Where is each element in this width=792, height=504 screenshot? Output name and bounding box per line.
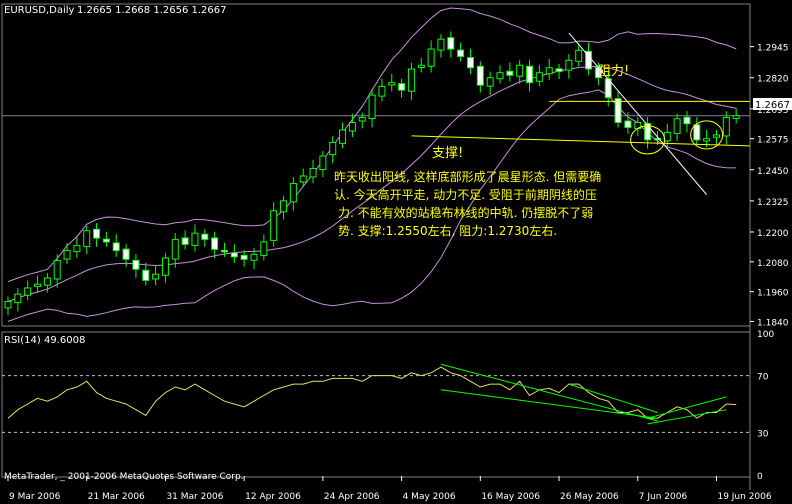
chart-canvas: 1.29451.28201.26951.25751.24501.23251.22… (0, 0, 792, 504)
chart-background (0, 0, 792, 504)
rsi-tick-label: 70 (757, 373, 769, 383)
price-tick-label: 1.2080 (757, 259, 789, 269)
time-tick-label: 9 Mar 2006 (9, 492, 61, 502)
svg-text:1.2667: 1.2667 (755, 100, 790, 111)
rsi-header: RSI(14) 49.6008 (4, 335, 85, 346)
resistance-label: 阻力! (598, 64, 629, 79)
price-tick-label: 1.1960 (757, 289, 789, 299)
price-tick-label: 1.2820 (757, 75, 789, 85)
time-tick-label: 26 May 2006 (560, 492, 619, 502)
commentary-line-1: 昨天收出阳线, 这样底部形成了晨星形态. 但需要确 (334, 169, 601, 184)
rsi-tick-label: 100 (757, 330, 774, 340)
price-tick-label: 1.1840 (757, 319, 789, 329)
rsi-tick-label: 30 (757, 429, 769, 439)
time-tick-label: 16 May 2006 (481, 492, 540, 502)
price-tick-label: 1.2450 (757, 167, 789, 177)
time-tick-label: 24 Apr 2006 (324, 492, 380, 502)
support-label: 支撑! (432, 146, 463, 161)
time-tick-label: 21 Mar 2006 (88, 492, 145, 502)
commentary-line-2: 认. 今天高开平走, 动力不足. 受阻于前期阴线的压 (334, 187, 597, 202)
rsi-tick-label: 0 (757, 472, 763, 482)
commentary-line-4: 势. 支撑:1.2550左右, 阻力:1.2730左右. (338, 223, 557, 238)
time-tick-label: 7 Jun 2006 (639, 492, 688, 502)
commentary-line-3: 力. 不能有效的站稳布林线的中轨. 仍摆脱不了弱 (338, 205, 593, 220)
price-tick-label: 1.2200 (757, 229, 789, 239)
price-tick-label: 1.2945 (757, 44, 789, 54)
price-tick-label: 1.2575 (757, 136, 789, 146)
ohlc-header: 1.2665 1.2668 1.2656 1.2667 (77, 5, 227, 16)
symbol-header: EURUSD,Daily (4, 5, 75, 16)
time-tick-label: 4 May 2006 (403, 492, 456, 502)
time-tick-label: 31 Mar 2006 (166, 492, 223, 502)
time-tick-label: 19 Jun 2006 (717, 492, 771, 502)
current-price-marker: 1.2667 (753, 98, 792, 111)
time-tick-label: 12 Apr 2006 (245, 492, 301, 502)
price-tick-label: 1.2325 (757, 198, 789, 208)
footer-copyright: MetaTrader, _ 2001-2006 MetaQuotes Softw… (4, 472, 244, 482)
